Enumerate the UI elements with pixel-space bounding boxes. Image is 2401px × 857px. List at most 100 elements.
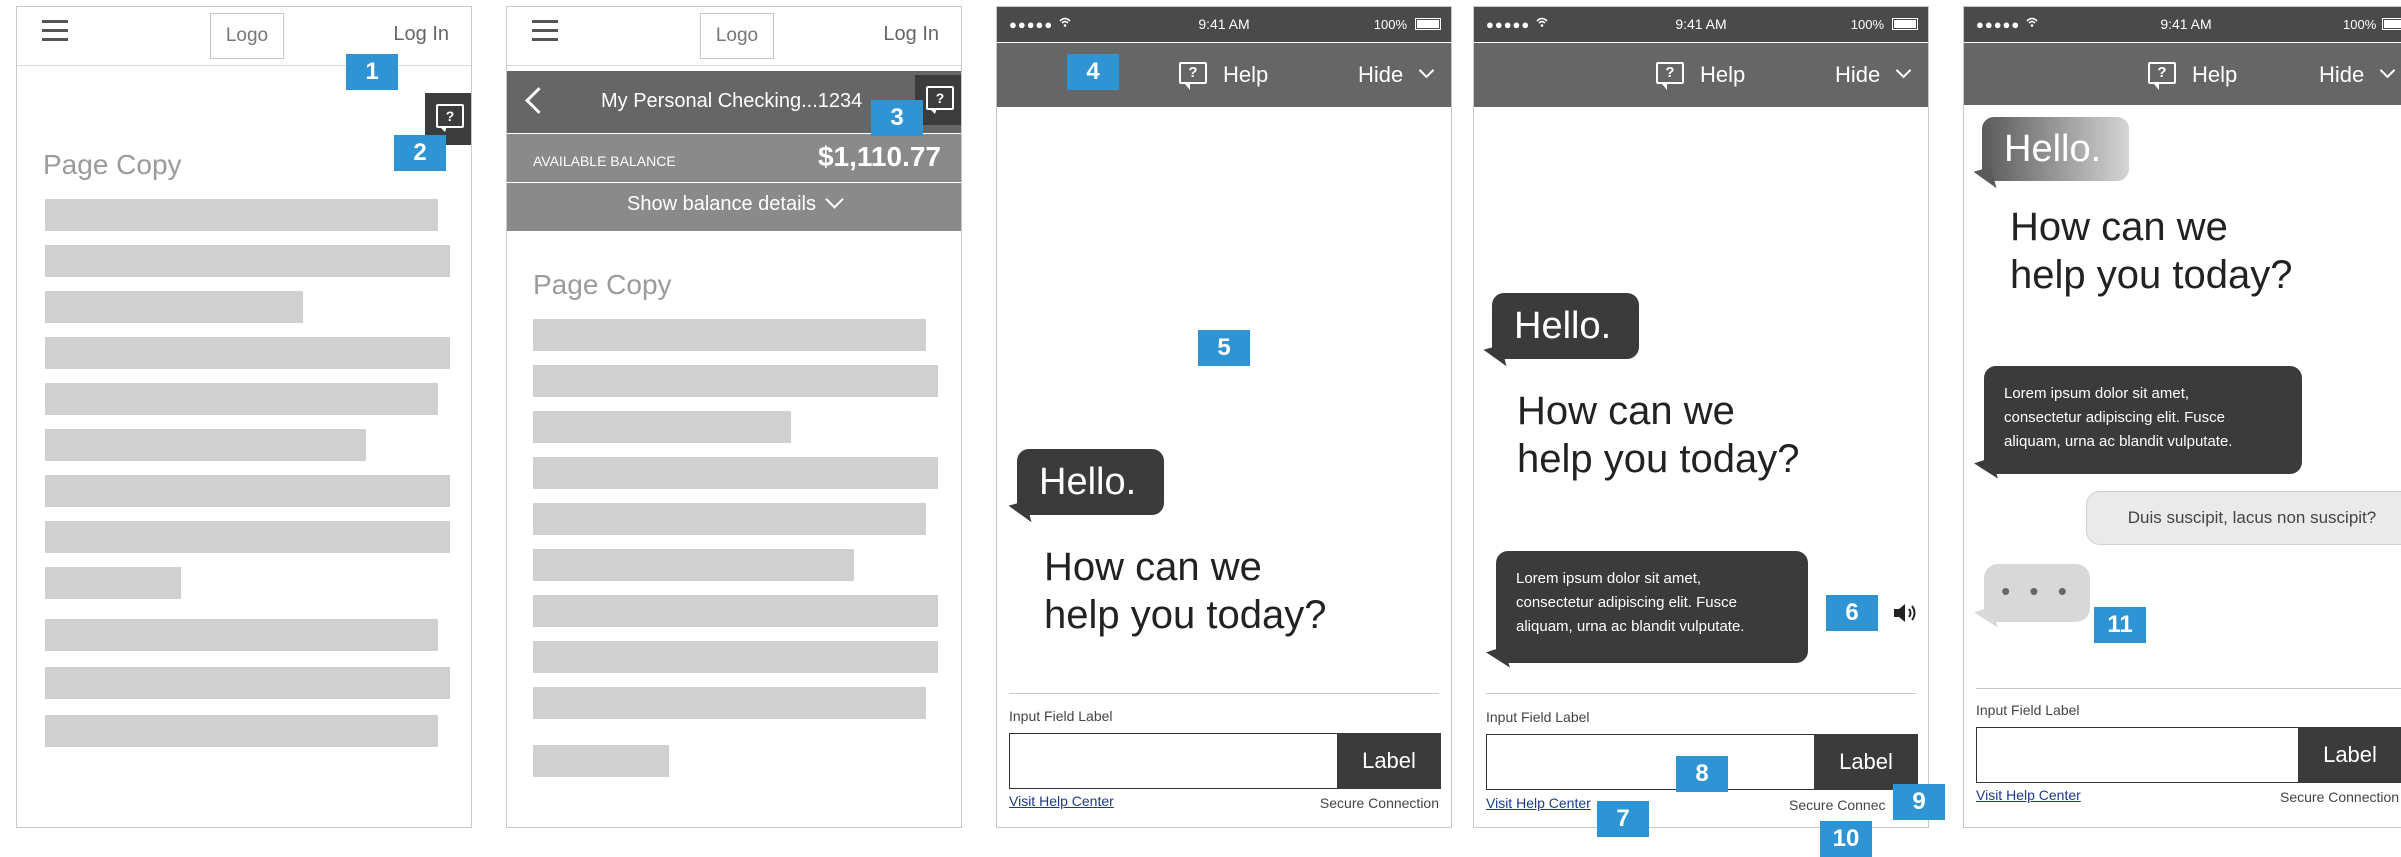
greeting-line-1: How can we [2010, 205, 2228, 249]
balance-bar: AVAILABLE BALANCE $1,110.77 [507, 134, 961, 182]
copy-placeholder-bar [45, 619, 438, 651]
hello-text: Hello. [1039, 461, 1137, 503]
login-link[interactable]: Log In [883, 23, 939, 46]
greeting-text: How can we help you today? [1517, 387, 1799, 483]
chat-input[interactable] [1486, 734, 1814, 790]
submit-button[interactable]: Label [2298, 727, 2401, 783]
hide-button[interactable]: Hide [2319, 62, 2364, 88]
annotation-marker-1: 1 [346, 54, 398, 90]
secure-connection-text: Secure Connec [1789, 797, 1886, 813]
logo[interactable]: Logo [700, 13, 774, 59]
greeting-text: How can we help you today? [2010, 203, 2292, 299]
help-title: Help [1223, 62, 1269, 87]
wifi-icon [1536, 17, 1548, 27]
bot-message-line-2: consectetur adipiscing elit. Fusce [1516, 594, 1737, 611]
copy-placeholder-bar [533, 457, 938, 489]
status-time: 9:41 AM [1675, 16, 1727, 32]
page-copy-title: Page Copy [43, 149, 182, 180]
balance-details-label[interactable]: Show balance details [627, 193, 816, 216]
logo[interactable]: Logo [210, 13, 284, 59]
copy-placeholder-bar [533, 687, 926, 719]
login-link[interactable]: Log In [393, 23, 449, 46]
bot-message-bubble: Lorem ipsum dolor sit amet, consectetur … [1486, 551, 1808, 674]
wifi-icon [2026, 17, 2038, 27]
greeting-line-2: help you today? [1517, 437, 1800, 481]
submit-button[interactable]: Label [1814, 734, 1918, 790]
bot-message-line-3: aliquam, urna ac blandit vulputate. [2004, 433, 2233, 450]
copy-placeholder-bar [533, 745, 669, 777]
visit-help-center-link[interactable]: Visit Help Center [1976, 787, 2081, 803]
annotation-marker-4: 4 [1067, 54, 1119, 90]
balance-label: AVAILABLE BALANCE [533, 153, 676, 169]
battery-icon [1415, 18, 1441, 30]
secure-connection-text: Secure Connection [1319, 795, 1439, 811]
input-field-label: Input Field Label [1976, 702, 2080, 718]
copy-placeholder-bar [45, 291, 303, 323]
annotation-marker-2: 2 [394, 135, 446, 171]
copy-placeholder-bar [45, 521, 450, 553]
site-header: Logo Log In [17, 7, 471, 66]
annotation-marker-10: 10 [1820, 821, 1872, 857]
visit-help-center-link[interactable]: Visit Help Center [1009, 793, 1114, 809]
signal-strength-icon: ●●●●● [1009, 17, 1054, 32]
status-time: 9:41 AM [2160, 16, 2212, 32]
bot-message-line-1: Lorem ipsum dolor sit amet, [2004, 385, 2190, 402]
copy-placeholder-bar [45, 245, 450, 277]
submit-button[interactable]: Label [1337, 733, 1441, 789]
chevron-down-icon [2379, 62, 2396, 79]
chevron-down-icon [1418, 62, 1435, 79]
user-message-bubble: Duis suscipit, lacus non suscipit? [2086, 491, 2401, 545]
bot-message-line-2: consectetur adipiscing elit. Fusce [2004, 409, 2225, 426]
phone-panel-5: ●●●●● 9:41 AM 100% ? Help Hide Hello. Ho… [1963, 6, 2401, 828]
copy-placeholder-bar [45, 715, 438, 747]
copy-placeholder-bar [533, 411, 791, 443]
bot-message-bubble: Lorem ipsum dolor sit amet, consectetur … [1974, 366, 2302, 485]
visit-help-center-link[interactable]: Visit Help Center [1486, 795, 1591, 811]
help-question-icon: ? [1656, 62, 1684, 90]
status-time: 9:41 AM [1198, 16, 1250, 32]
annotation-marker-9: 9 [1893, 784, 1945, 820]
copy-placeholder-bar [533, 595, 938, 627]
typing-dots: • • • [2001, 576, 2073, 606]
greeting-line-2: help you today? [2010, 253, 2293, 297]
annotation-marker-8: 8 [1676, 756, 1728, 792]
annotation-marker-7: 7 [1597, 801, 1649, 837]
speaker-icon[interactable] [1892, 601, 1922, 625]
chat-input[interactable] [1976, 727, 2298, 783]
help-header: ? Help Hide [1474, 43, 1928, 107]
secure-connection-text: Secure Connection [2280, 789, 2400, 805]
greeting-line-2: help you today? [1044, 593, 1327, 637]
greeting-line-1: How can we [1044, 545, 1262, 589]
page-copy-title: Page Copy [533, 269, 672, 300]
annotation-marker-5: 5 [1198, 330, 1250, 366]
copy-placeholder-bar [533, 549, 854, 581]
hamburger-menu-icon[interactable] [42, 20, 68, 42]
hide-button[interactable]: Hide [1835, 62, 1880, 88]
account-title: My Personal Checking...1234 [601, 90, 863, 112]
help-header: ? Help Hide [1964, 43, 2401, 105]
help-header: ? Help Hide [997, 43, 1451, 107]
back-arrow-icon[interactable] [525, 87, 552, 114]
battery-icon [1892, 18, 1918, 30]
wifi-icon [1059, 17, 1071, 27]
signal-strength-icon: ●●●●● [1486, 17, 1531, 32]
greeting-text: How can we help you today? [1044, 543, 1326, 639]
hello-bubble: Hello. [1973, 117, 2130, 193]
bot-message-line-1: Lorem ipsum dolor sit amet, [1516, 570, 1702, 587]
copy-placeholder-bar [533, 503, 926, 535]
phone-panel-4: ●●●●● 9:41 AM 100% ? Help Hide Hello. Ho… [1473, 6, 1929, 828]
phone-panel-1: Logo Log In Page Copy ? [16, 6, 472, 828]
hello-bubble: Hello. [1483, 293, 1640, 371]
chevron-down-icon [825, 190, 844, 209]
chat-input[interactable] [1009, 733, 1337, 789]
copy-placeholder-bar [45, 383, 438, 415]
balance-details-toggle[interactable]: Show balance details [507, 183, 961, 231]
hello-text: Hello. [2004, 128, 2102, 170]
hamburger-menu-icon[interactable] [532, 20, 558, 42]
hide-button[interactable]: Hide [1358, 62, 1403, 88]
annotation-marker-11: 11 [2094, 607, 2146, 643]
help-question-icon: ? [2148, 62, 2176, 90]
phone-panel-3: ●●●●● 9:41 AM 100% ? Help Hide Hello. Ho… [996, 6, 1452, 828]
copy-placeholder-bar [533, 641, 938, 673]
status-bar: ●●●●● 9:41 AM 100% [1964, 7, 2401, 42]
